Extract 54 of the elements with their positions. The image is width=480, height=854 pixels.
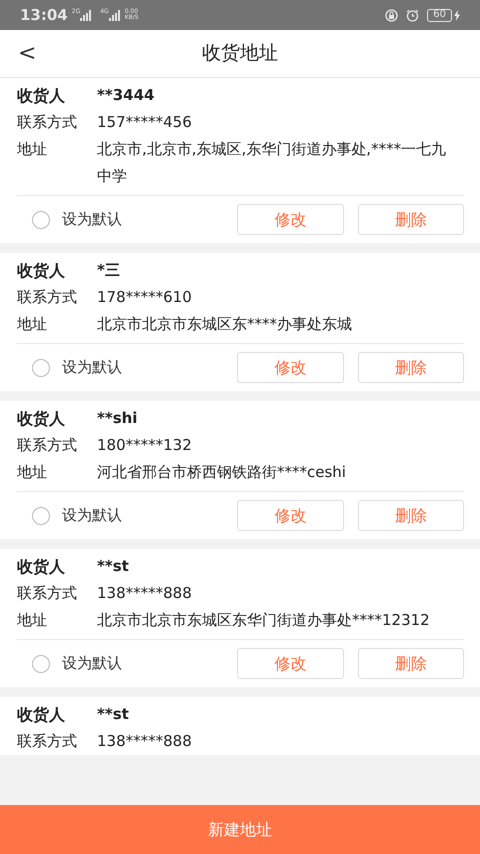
field-label: 联系方式 (17, 287, 78, 308)
address-text: 北京市,北京市,东城区,东华门街道办事处,****一七九中学 (97, 139, 448, 187)
phone-number: 157*****456 (97, 112, 193, 133)
field-label: 联系方式 (17, 112, 78, 133)
delete-button[interactable]: 删除 (358, 204, 464, 235)
field-label: 联系方式 (17, 435, 78, 456)
recipient-name: **3444 (97, 85, 156, 106)
recipient-name: **st (97, 704, 130, 725)
edit-button[interactable]: 修改 (237, 204, 344, 235)
default-label: 设为默认 (62, 505, 122, 526)
address-text: 河北省邢台市桥西钢铁路街****ceshi (97, 462, 347, 483)
field-label: 地址 (17, 139, 48, 160)
recipient-name: **shi (97, 408, 138, 429)
default-label: 设为默认 (62, 357, 122, 378)
delete-button[interactable]: 删除 (358, 500, 464, 531)
field-label: 收货人 (17, 85, 66, 107)
charging-icon (454, 10, 460, 20)
delete-button[interactable]: 删除 (358, 648, 464, 679)
radio-button[interactable] (32, 506, 50, 524)
field-label: 收货人 (17, 704, 66, 726)
edit-button[interactable]: 修改 (237, 500, 344, 531)
field-label: 地址 (17, 462, 48, 483)
lock-icon (385, 8, 398, 22)
signal-icon (108, 10, 121, 20)
field-label: 地址 (17, 610, 48, 631)
address-text: 北京市北京市东城区东****办事处东城 (97, 314, 353, 335)
alarm-icon (406, 8, 420, 22)
edit-button[interactable]: 修改 (237, 648, 344, 679)
phone-number: 138*****888 (97, 731, 193, 752)
default-label: 设为默认 (62, 209, 122, 230)
edit-button[interactable]: 修改 (237, 352, 344, 383)
recipient-name: **st (97, 556, 130, 577)
status-time: 13:04 (20, 4, 68, 26)
field-label: 收货人 (17, 260, 66, 282)
address-text: 北京市北京市东城区东华门街道办事处****12312 (97, 610, 431, 631)
radio-button[interactable] (32, 654, 50, 672)
back-button[interactable]: < (18, 42, 36, 64)
field-label: 收货人 (17, 556, 66, 578)
page-title: 收货地址 (202, 41, 278, 66)
radio-button[interactable] (32, 358, 50, 376)
field-label: 联系方式 (17, 583, 78, 604)
default-label: 设为默认 (62, 653, 122, 674)
radio-button[interactable] (32, 210, 50, 228)
field-label: 地址 (17, 314, 48, 335)
signal-icon (80, 10, 92, 20)
new-address-button[interactable]: 新建地址 (0, 805, 480, 854)
recipient-name: *三 (97, 260, 121, 281)
phone-number: 178*****610 (97, 287, 193, 308)
field-label: 收货人 (17, 408, 66, 430)
phone-number: 180*****132 (97, 435, 193, 456)
battery-indicator: 60 (427, 8, 452, 22)
delete-button[interactable]: 删除 (358, 352, 464, 383)
phone-number: 138*****888 (97, 583, 193, 604)
field-label: 联系方式 (17, 731, 78, 752)
